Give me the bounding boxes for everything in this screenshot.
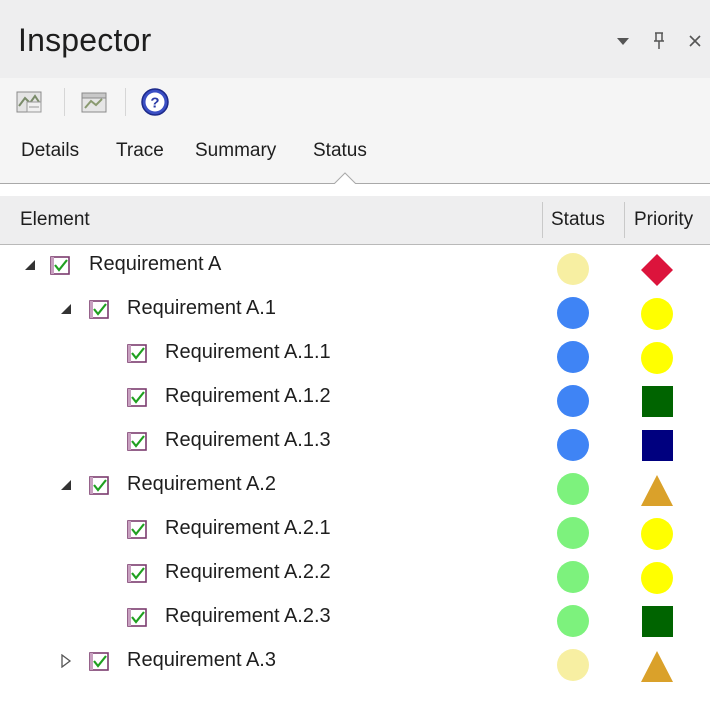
requirement-icon <box>89 300 109 319</box>
status-green-circle-icon <box>557 561 589 593</box>
expand-toggle-icon[interactable] <box>58 653 74 669</box>
status-yellow-circle-icon <box>557 649 589 681</box>
dropdown-icon[interactable] <box>612 28 634 54</box>
priority-darkgreen-square-icon <box>642 386 673 417</box>
status-green-circle-icon <box>557 605 589 637</box>
requirement-icon <box>127 388 147 407</box>
requirement-label[interactable]: Requirement A.1.2 <box>165 385 331 408</box>
svg-text:?: ? <box>150 95 159 112</box>
priority-yellow-circle-icon <box>641 298 673 330</box>
priority-orange-triangle-icon <box>641 651 673 682</box>
tree-row[interactable]: Requirement A.2.2 <box>0 552 710 596</box>
status-blue-circle-icon <box>557 385 589 417</box>
requirement-icon <box>89 652 109 671</box>
close-icon[interactable] <box>684 28 706 54</box>
priority-yellow-circle-icon <box>641 518 673 550</box>
tree-row[interactable]: Requirement A.1.2 <box>0 376 710 420</box>
column-divider[interactable] <box>624 202 625 238</box>
column-header: Element Status Priority <box>0 196 710 245</box>
tab-trace[interactable]: Trace <box>116 140 164 162</box>
requirement-label[interactable]: Requirement A.3 <box>127 649 276 672</box>
collapse-toggle-icon[interactable] <box>22 257 38 273</box>
toolbar-separator <box>125 88 126 116</box>
tab-status[interactable]: Status <box>313 140 367 162</box>
column-element[interactable]: Element <box>20 196 90 244</box>
tab-summary[interactable]: Summary <box>195 140 276 162</box>
column-status[interactable]: Status <box>551 196 605 244</box>
requirement-icon <box>89 476 109 495</box>
collapse-toggle-icon[interactable] <box>58 477 74 493</box>
requirement-icon <box>127 564 147 583</box>
tree-row[interactable]: Requirement A <box>0 244 710 288</box>
tree-row[interactable]: Requirement A.1 <box>0 288 710 332</box>
requirement-label[interactable]: Requirement A.1.1 <box>165 341 331 364</box>
select-elements-icon[interactable] <box>14 86 46 118</box>
status-green-circle-icon <box>557 517 589 549</box>
requirement-label[interactable]: Requirement A.1.3 <box>165 429 331 452</box>
requirement-icon <box>50 256 70 275</box>
trace-diagram-icon[interactable] <box>78 86 110 118</box>
priority-navy-square-icon <box>642 430 673 461</box>
status-blue-circle-icon <box>557 429 589 461</box>
requirement-label[interactable]: Requirement A.2 <box>127 473 276 496</box>
selected-tab-indicator <box>334 172 356 184</box>
requirement-icon <box>127 344 147 363</box>
tab-details[interactable]: Details <box>21 140 79 162</box>
requirement-icon <box>127 608 147 627</box>
requirement-icon <box>127 432 147 451</box>
pin-icon[interactable] <box>648 28 670 54</box>
priority-yellow-circle-icon <box>641 342 673 374</box>
priority-darkgreen-square-icon <box>642 606 673 637</box>
tree-row[interactable]: Requirement A.1.1 <box>0 332 710 376</box>
requirement-icon <box>127 520 147 539</box>
tree-row[interactable]: Requirement A.2 <box>0 464 710 508</box>
tree-row[interactable]: Requirement A.1.3 <box>0 420 710 464</box>
requirement-label[interactable]: Requirement A.2.3 <box>165 605 331 628</box>
status-blue-circle-icon <box>557 297 589 329</box>
help-icon[interactable]: ? <box>139 86 171 118</box>
status-yellow-circle-icon <box>557 253 589 285</box>
priority-red-diamond-icon <box>641 254 673 286</box>
requirement-label[interactable]: Requirement A.2.1 <box>165 517 331 540</box>
tree-row[interactable]: Requirement A.2.1 <box>0 508 710 552</box>
tab-bar: Details Trace Summary Status <box>0 128 710 184</box>
panel-title: Inspector <box>18 22 152 58</box>
collapse-toggle-icon[interactable] <box>58 301 74 317</box>
toolbar-separator <box>64 88 65 116</box>
toolbar: ? <box>0 78 710 128</box>
priority-orange-triangle-icon <box>641 475 673 506</box>
tree-row[interactable]: Requirement A.3 <box>0 640 710 684</box>
requirement-label[interactable]: Requirement A.1 <box>127 297 276 320</box>
column-divider[interactable] <box>542 202 543 238</box>
requirement-label[interactable]: Requirement A <box>89 253 221 276</box>
tree-row[interactable]: Requirement A.2.3 <box>0 596 710 640</box>
column-priority[interactable]: Priority <box>634 196 693 244</box>
requirement-label[interactable]: Requirement A.2.2 <box>165 561 331 584</box>
status-green-circle-icon <box>557 473 589 505</box>
status-blue-circle-icon <box>557 341 589 373</box>
panel-title-bar: Inspector <box>0 0 710 78</box>
priority-yellow-circle-icon <box>641 562 673 594</box>
